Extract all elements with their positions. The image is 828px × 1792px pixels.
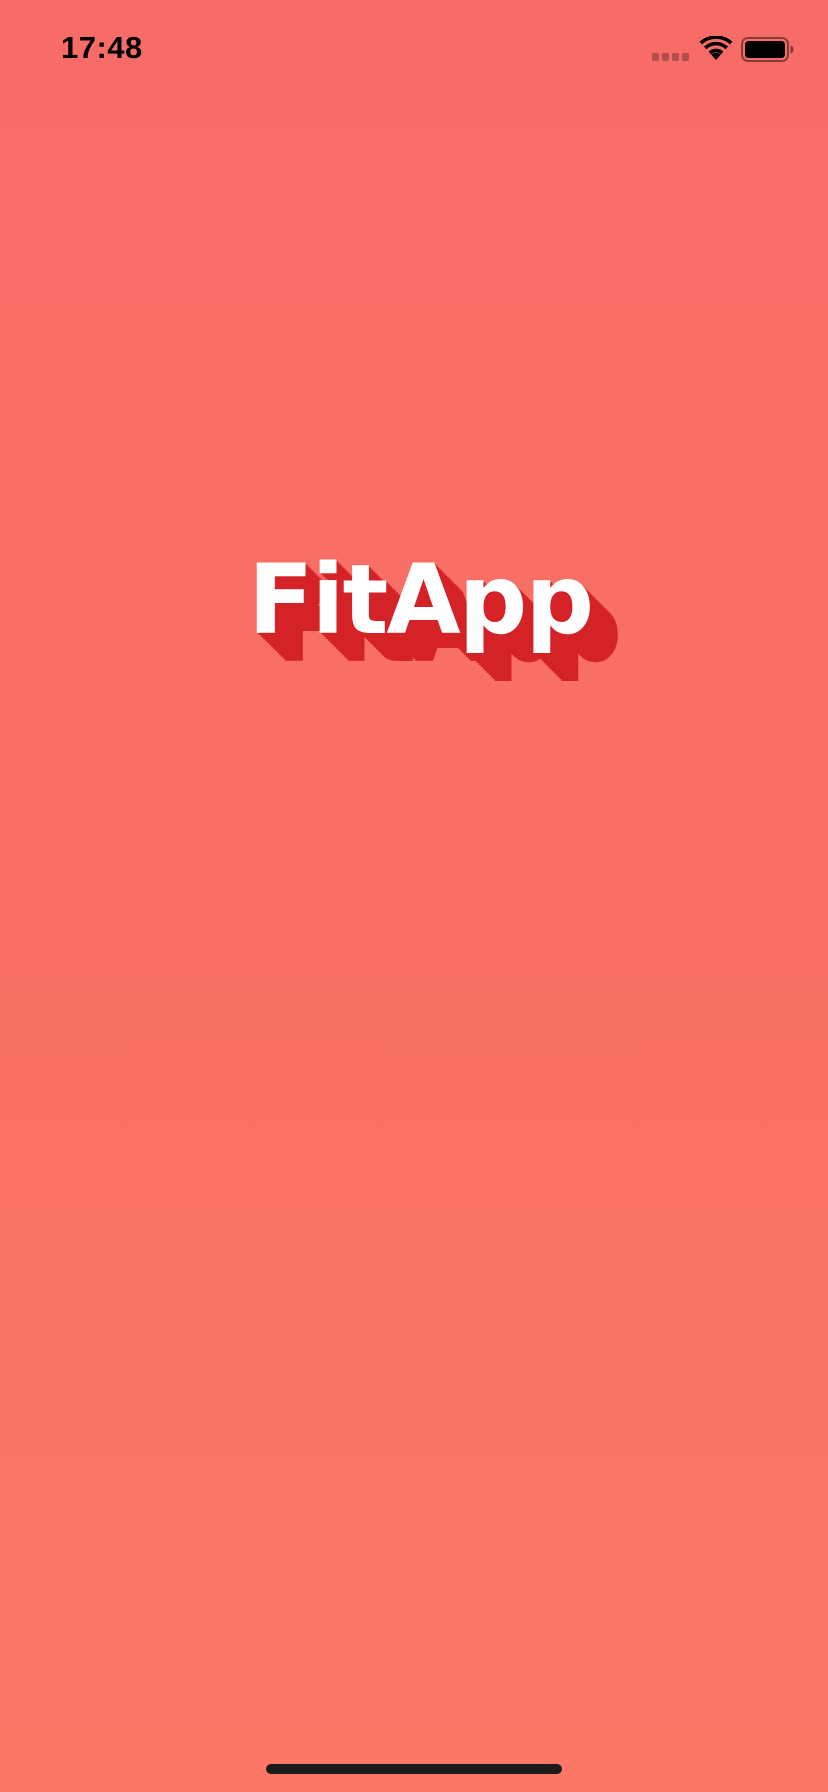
splash-screen: 17:48 FitApp [0,0,828,1792]
battery-icon [741,37,794,62]
home-indicator[interactable] [266,1764,562,1774]
app-logo: FitApp [0,540,828,700]
status-time: 17:48 [61,30,143,65]
status-bar: 17:48 [0,0,828,100]
cellular-signal-icon [652,53,692,61]
app-logo-text: FitApp [248,544,594,656]
wifi-icon [699,36,733,60]
